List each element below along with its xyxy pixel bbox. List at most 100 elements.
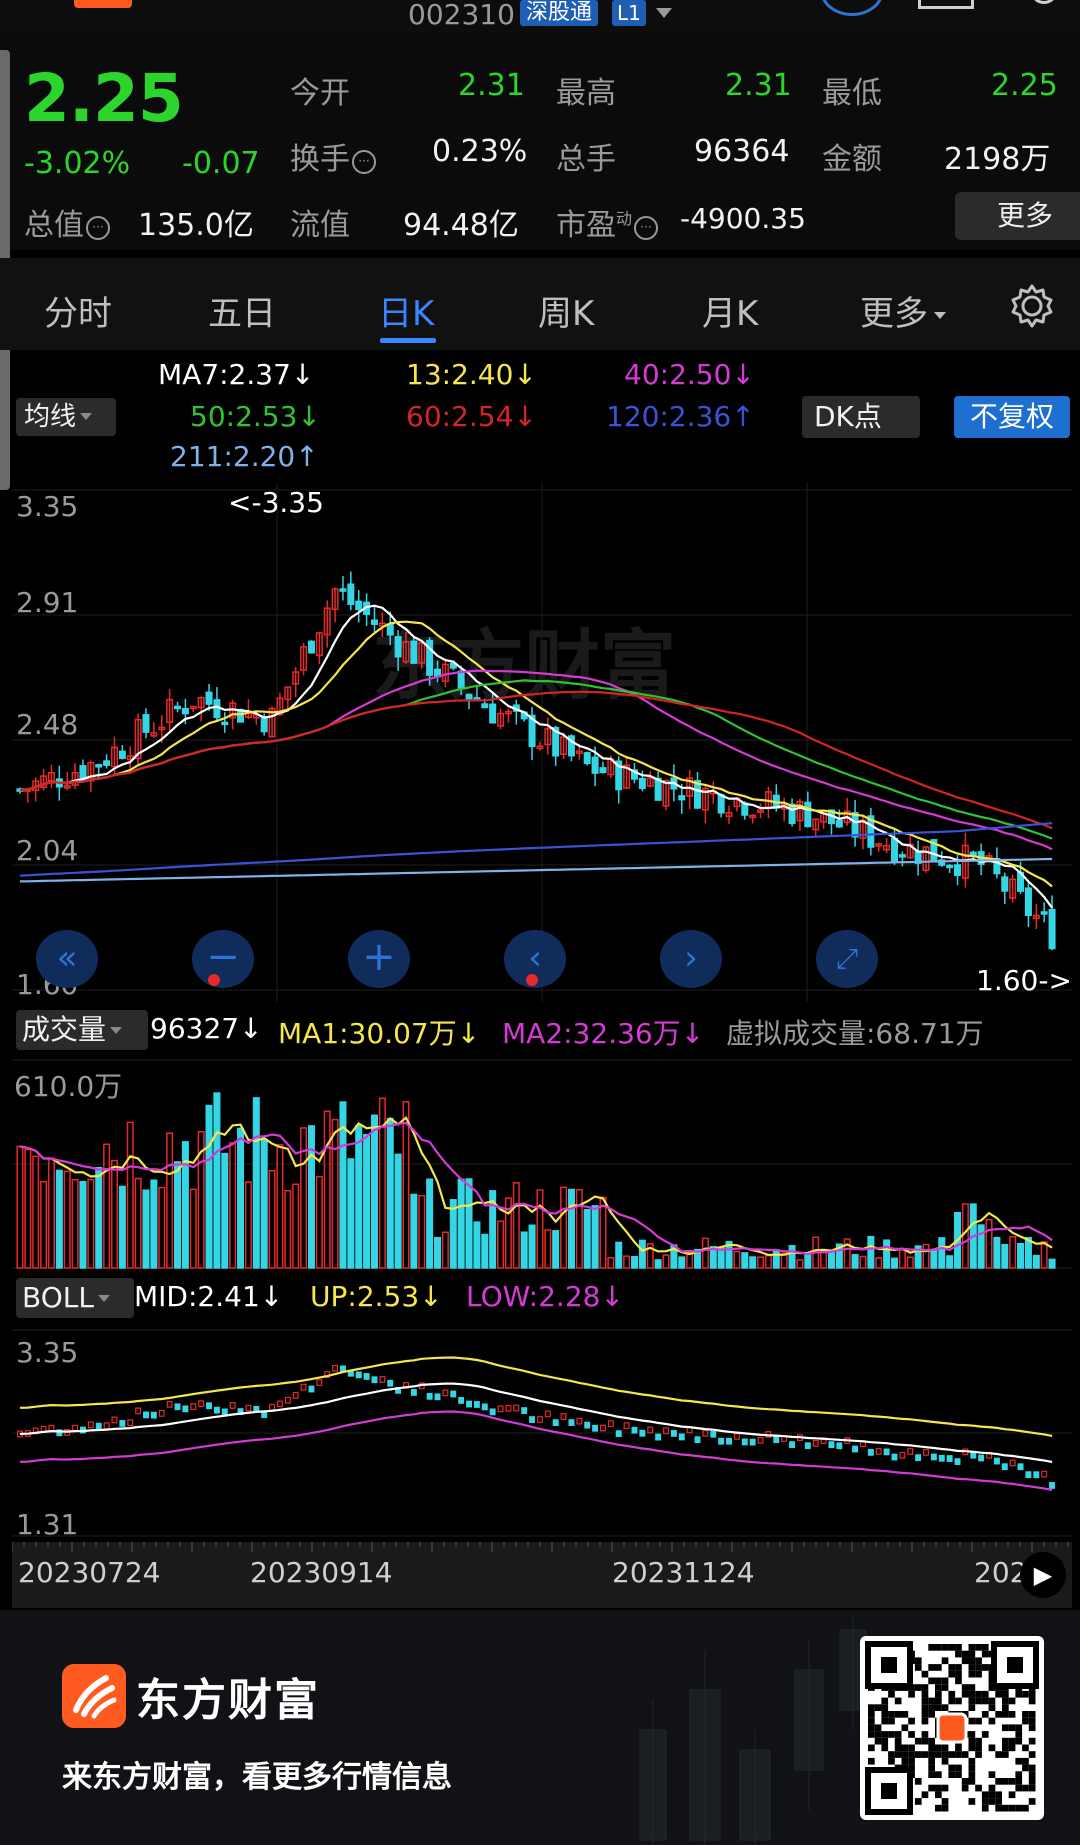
volume-bar: [1001, 1243, 1009, 1269]
qr-module: [988, 1771, 996, 1778]
qr-module: [1008, 1697, 1016, 1705]
market-tag: 深股通: [520, 0, 599, 26]
more-dots-icon[interactable]: ···: [634, 216, 659, 240]
tab-more[interactable]: 更多: [860, 286, 946, 335]
volume-bar: [938, 1237, 946, 1269]
qr-module: [1002, 1744, 1009, 1752]
amount-label: 金额: [822, 142, 882, 177]
candle-body: [1040, 911, 1048, 915]
boll-candle: [434, 1393, 441, 1401]
boll-candle: [284, 1396, 291, 1404]
boll-candle: [1025, 1471, 1032, 1479]
zoom-out-icon[interactable]: −: [192, 930, 254, 988]
candle-body: [410, 640, 418, 664]
adjust-button[interactable]: 不复权: [954, 396, 1070, 438]
qr-module: [981, 1798, 989, 1805]
qr-module: [928, 1664, 935, 1671]
qr-module: [981, 1690, 989, 1698]
volume-chart[interactable]: 610.0万: [12, 1056, 1072, 1272]
qr-module: [1022, 1717, 1029, 1725]
boll-candle: [623, 1422, 630, 1430]
tab-weekly-k[interactable]: 周K: [538, 286, 594, 335]
tab-five-day[interactable]: 五日: [208, 286, 276, 335]
y-axis-ticks: 3.35 2.91 2.48 2.04 1.60: [16, 490, 78, 1001]
qr-module: [928, 1697, 935, 1705]
boll-candle: [812, 1439, 819, 1447]
volume-bar: [796, 1259, 804, 1269]
play-icon[interactable]: ▶: [1020, 1552, 1066, 1598]
qr-module: [921, 1690, 929, 1698]
volume-bar: [788, 1245, 796, 1269]
boll-mid: MID:2.41↓: [134, 1280, 284, 1313]
boll-candle: [300, 1383, 307, 1391]
high-value: 2.31: [725, 68, 792, 103]
ma-selector[interactable]: 均线: [16, 398, 116, 436]
candle-body: [457, 670, 465, 689]
tab-intraday[interactable]: 分时: [44, 286, 112, 335]
qr-module: [908, 1751, 915, 1758]
pe-value: -4900.35: [680, 202, 806, 235]
qr-module: [921, 1697, 929, 1705]
boll-candle: [607, 1420, 614, 1428]
volume-bar: [1009, 1236, 1017, 1269]
expand-icon[interactable]: ⤢: [816, 930, 878, 988]
more-dots-icon[interactable]: ···: [352, 150, 376, 174]
boll-candle: [891, 1453, 898, 1461]
change-pct: -3.02%: [24, 146, 131, 181]
qr-module: [881, 1717, 889, 1725]
qr-module: [1015, 1731, 1023, 1738]
caret-down-icon: [80, 413, 93, 420]
volume-bar: [394, 1153, 402, 1269]
qr-module: [988, 1697, 996, 1705]
date-ticks: [12, 1542, 1069, 1552]
qr-module: [981, 1697, 989, 1705]
kline-chart[interactable]: 东方财富 3.35 2.91 2.48 2.04 1.60 <-3.35 1.6…: [12, 482, 1072, 1002]
qr-module: [935, 1784, 942, 1792]
qr-module: [941, 1784, 949, 1792]
more-button[interactable]: 更多: [955, 192, 1080, 240]
more-dots-icon[interactable]: ···: [86, 216, 110, 240]
candle-body: [717, 794, 725, 814]
pe-label[interactable]: 市盈动 ···: [556, 200, 659, 244]
boll-candle: [938, 1454, 945, 1462]
boll-candle: [733, 1433, 740, 1440]
qr-module: [1015, 1737, 1023, 1745]
boll-candle: [261, 1411, 268, 1419]
qr-module: [928, 1784, 935, 1792]
gear-icon[interactable]: [1008, 282, 1056, 330]
boll-candle: [670, 1430, 677, 1437]
window-icon[interactable]: [918, 0, 974, 9]
tab-daily-k[interactable]: 日K: [378, 286, 434, 335]
qr-logo: [936, 1712, 968, 1744]
dk-point-button[interactable]: DK点: [802, 396, 920, 438]
qr-module: [928, 1744, 935, 1752]
chevron-down-icon[interactable]: [656, 8, 672, 18]
turnover-label[interactable]: 换手 ···: [290, 134, 376, 178]
zoom-in-icon[interactable]: +: [348, 930, 410, 988]
boll-chart[interactable]: 3.35 1.31: [12, 1326, 1072, 1540]
mktcap-label[interactable]: 总值 ···: [24, 200, 110, 244]
qr-code[interactable]: [860, 1636, 1044, 1820]
volume-bar: [47, 1157, 55, 1269]
qr-module: [968, 1650, 976, 1658]
orange-badge[interactable]: [74, 0, 132, 8]
boll-selector[interactable]: BOLL: [16, 1278, 134, 1318]
chevron-right-icon[interactable]: ›: [660, 930, 722, 988]
volume-selector[interactable]: 成交量: [16, 1010, 148, 1050]
candle-body: [638, 777, 646, 790]
boll-candle: [647, 1426, 654, 1434]
qr-module: [908, 1690, 915, 1698]
boll-candle: [749, 1438, 756, 1446]
double-left-icon[interactable]: «: [36, 930, 98, 988]
boll-candle: [907, 1448, 914, 1455]
tab-monthly-k[interactable]: 月K: [702, 286, 758, 335]
volume-bar: [189, 1188, 197, 1269]
volume-bar: [1048, 1258, 1056, 1269]
candle-body: [118, 750, 126, 759]
qr-module: [1022, 1784, 1029, 1792]
caret-down-icon: [110, 1027, 123, 1034]
qr-module: [948, 1664, 956, 1671]
volume-bar: [733, 1250, 741, 1269]
qr-module: [935, 1744, 942, 1752]
qr-module: [988, 1791, 996, 1799]
